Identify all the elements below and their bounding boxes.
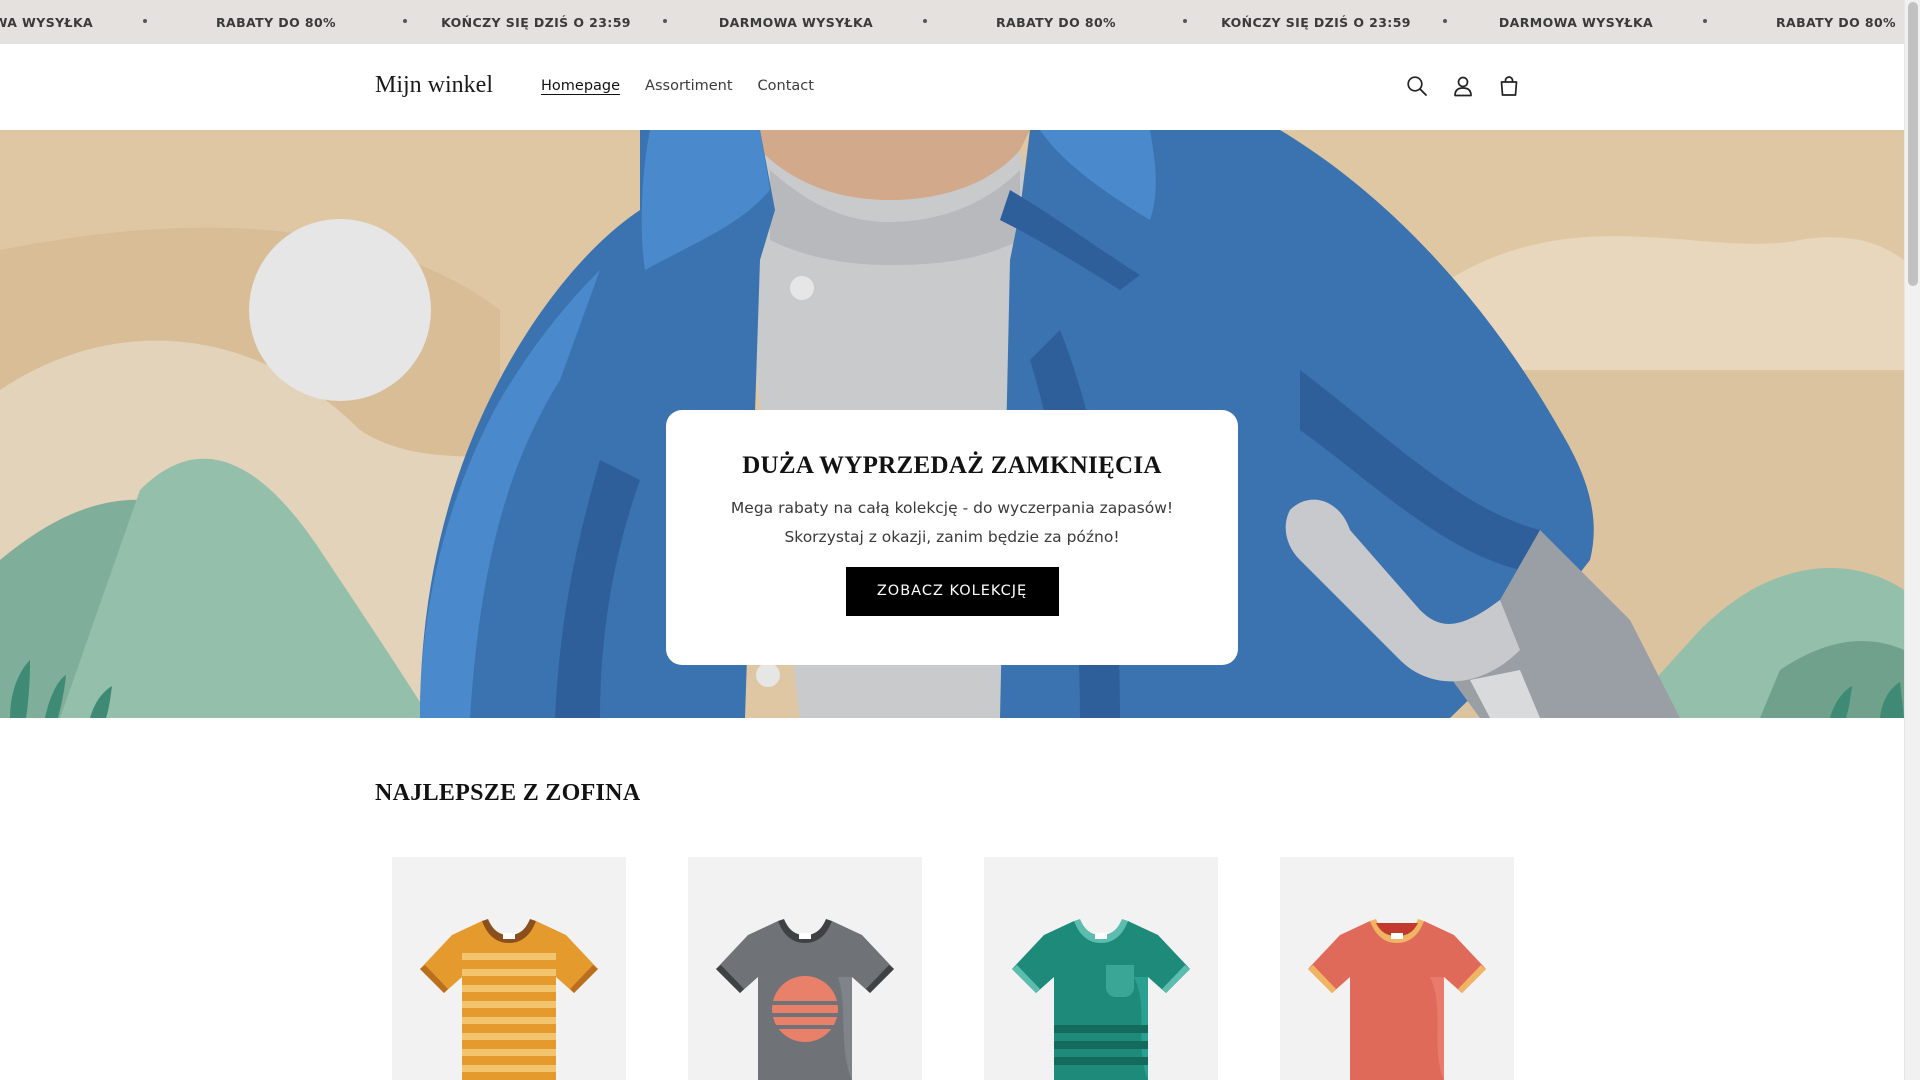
hero-text-line-2: Skorzystaj z okazji, zanim będzie za póź… xyxy=(784,528,1120,546)
hero-title: DUŻA WYPRZEDAŻ ZAMKNIĘCIA xyxy=(742,452,1162,479)
view-collection-button[interactable]: ZOBACZ KOLEKCJĘ xyxy=(845,567,1059,616)
hero-description: Mega rabaty na całą kolekcję - do wyczer… xyxy=(666,494,1238,552)
page-scrollbar[interactable] xyxy=(1904,0,1920,1080)
store-logo[interactable]: Mijn winkel xyxy=(375,72,493,99)
product-card[interactable] xyxy=(984,857,1218,1080)
main-nav: Homepage Assortiment Contact xyxy=(541,78,814,94)
striped-orange-tshirt-image xyxy=(420,919,598,1080)
account-icon[interactable] xyxy=(1450,73,1476,99)
coral-tshirt-image xyxy=(1308,919,1486,1080)
announcement-item: RABATY DO 80% xyxy=(216,14,336,30)
hero-text-line-1: Mega rabaty na całą kolekcję - do wyczer… xyxy=(730,499,1174,517)
announcement-item: DARMOWA WYSYŁKA xyxy=(0,14,94,30)
search-icon[interactable] xyxy=(1404,73,1430,99)
announcement-item: KOŃCZY SIĘ DZIŚ O 23:59 xyxy=(441,14,631,30)
scrollbar-thumb[interactable] xyxy=(1908,2,1918,286)
product-card[interactable] xyxy=(392,857,626,1080)
nav-link-homepage[interactable]: Homepage xyxy=(541,78,620,94)
announcement-item: DARMOWA WYSYŁKA xyxy=(1498,14,1654,30)
gray-sunset-tshirt-image xyxy=(716,919,894,1080)
announcement-bar: DARMOWA WYSYŁKA RABATY DO 80% KOŃCZY SIĘ… xyxy=(0,0,1904,44)
site-header: Mijn winkel Homepage Assortiment Contact xyxy=(0,44,1904,130)
nav-link-assortiment[interactable]: Assortiment xyxy=(645,78,733,94)
announcement-item: DARMOWA WYSYŁKA xyxy=(718,14,874,30)
product-grid xyxy=(392,857,1514,1080)
product-card[interactable] xyxy=(1280,857,1514,1080)
product-card[interactable] xyxy=(688,857,922,1080)
announcement-item: RABATY DO 80% xyxy=(996,14,1116,30)
announcement-item: KOŃCZY SIĘ DZIŚ O 23:59 xyxy=(1221,14,1411,30)
header-icons xyxy=(1404,73,1522,99)
announcement-item: RABATY DO 80% xyxy=(1776,14,1896,30)
teal-pocket-tshirt-image xyxy=(1012,919,1190,1080)
hero-banner: DUŻA WYPRZEDAŻ ZAMKNIĘCIA Mega rabaty na… xyxy=(0,130,1904,718)
cart-icon[interactable] xyxy=(1496,73,1522,99)
collection-title: NAJLEPSZE Z ZOFINA xyxy=(375,780,641,806)
hero-card: DUŻA WYPRZEDAŻ ZAMKNIĘCIA Mega rabaty na… xyxy=(666,410,1238,665)
announcement-track: DARMOWA WYSYŁKA RABATY DO 80% KOŃCZY SIĘ… xyxy=(0,0,1904,44)
nav-link-contact[interactable]: Contact xyxy=(758,78,814,94)
